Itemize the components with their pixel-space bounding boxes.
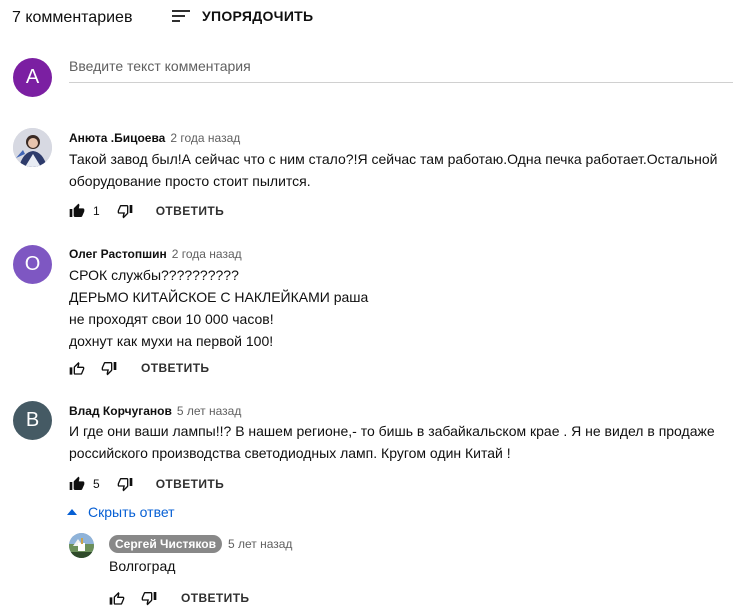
comment-header: Олег Растопшин 2 года назад	[69, 247, 242, 261]
comment-header: Влад Корчуганов 5 лет назад	[69, 404, 241, 418]
avatar-letter: A	[25, 66, 40, 88]
channel-owner-badge[interactable]: Сергей Чистяков	[109, 535, 222, 553]
dislike-icon[interactable]	[141, 590, 157, 606]
comment-header: Анюта .Бицоева 2 года назад	[69, 131, 240, 145]
sort-button[interactable]: УПОРЯДОЧИТЬ	[172, 8, 313, 24]
comment-time[interactable]: 2 года назад	[172, 247, 242, 261]
comment-actions: 1 ОТВЕТИТЬ	[69, 203, 224, 219]
reply-actions: ОТВЕТИТЬ	[109, 590, 249, 606]
comment-line: не проходят свои 10 000 часов!	[69, 311, 274, 327]
reply-button[interactable]: ОТВЕТИТЬ	[141, 361, 209, 375]
reply-button[interactable]: ОТВЕТИТЬ	[156, 204, 224, 218]
comment-line: И где они ваши лампы!!? В нашем регионе,…	[69, 423, 715, 439]
hide-replies-button[interactable]: Скрыть ответ	[67, 504, 175, 520]
comment-text: СРОК службы?????????? ДЕРЬМО КИТАЙСКОЕ С…	[69, 264, 368, 352]
comment-input[interactable]	[69, 58, 733, 74]
like-count: 1	[93, 204, 100, 218]
comment-line: дохнут как мухи на первой 100!	[69, 333, 274, 349]
comment-time[interactable]: 5 лет назад	[228, 537, 292, 551]
avatar: A	[13, 58, 52, 97]
like-icon[interactable]	[69, 203, 85, 219]
like-icon[interactable]	[69, 360, 85, 376]
sort-label: УПОРЯДОЧИТЬ	[202, 8, 314, 24]
comments-count: 7 комментариев	[12, 9, 133, 26]
dislike-icon[interactable]	[101, 360, 117, 376]
comment-time[interactable]: 2 года назад	[170, 131, 240, 145]
profile-photo-icon	[69, 533, 94, 558]
avatar[interactable]: B	[13, 401, 52, 440]
hide-replies-label: Скрыть ответ	[88, 504, 175, 520]
chevron-up-icon	[67, 509, 77, 515]
comment-actions: 5 ОТВЕТИТЬ	[69, 476, 224, 492]
avatar-letter: B	[25, 409, 40, 431]
comment-line: оборудование просто стоит пылится.	[69, 173, 311, 189]
comment-actions: ОТВЕТИТЬ	[69, 360, 209, 376]
reply-button[interactable]: ОТВЕТИТЬ	[156, 477, 224, 491]
like-count: 5	[93, 477, 100, 491]
avatar[interactable]	[69, 533, 94, 558]
comment-input-wrap	[69, 58, 733, 83]
comment-line: ДЕРЬМО КИТАЙСКОЕ С НАКЛЕЙКАМИ раша	[69, 289, 369, 305]
sort-icon	[172, 8, 190, 24]
like-icon[interactable]	[69, 476, 85, 492]
like-icon[interactable]	[109, 590, 125, 606]
comment-author[interactable]: Олег Растопшин	[69, 247, 167, 261]
avatar[interactable]: О	[13, 245, 52, 284]
comment-line: Такой завод был!А сейчас что с ним стало…	[69, 151, 718, 167]
profile-photo-icon	[13, 128, 52, 167]
comment-author[interactable]: Анюта .Бицоева	[69, 131, 165, 145]
reply-header: Сергей Чистяков 5 лет назад	[109, 535, 292, 553]
dislike-icon[interactable]	[117, 476, 133, 492]
avatar[interactable]	[13, 128, 52, 167]
reply-button[interactable]: ОТВЕТИТЬ	[181, 591, 249, 605]
dislike-icon[interactable]	[117, 203, 133, 219]
comment-text: Такой завод был!А сейчас что с ним стало…	[69, 148, 717, 192]
comment-line: российского производства светодиодных ла…	[69, 445, 511, 461]
avatar-letter: О	[24, 253, 41, 275]
comment-text: И где они ваши лампы!!? В нашем регионе,…	[69, 420, 715, 464]
comment-time[interactable]: 5 лет назад	[177, 404, 241, 418]
reply-text: Волгоград	[109, 558, 176, 574]
comment-line: СРОК службы??????????	[69, 267, 239, 283]
comment-author[interactable]: Влад Корчуганов	[69, 404, 172, 418]
